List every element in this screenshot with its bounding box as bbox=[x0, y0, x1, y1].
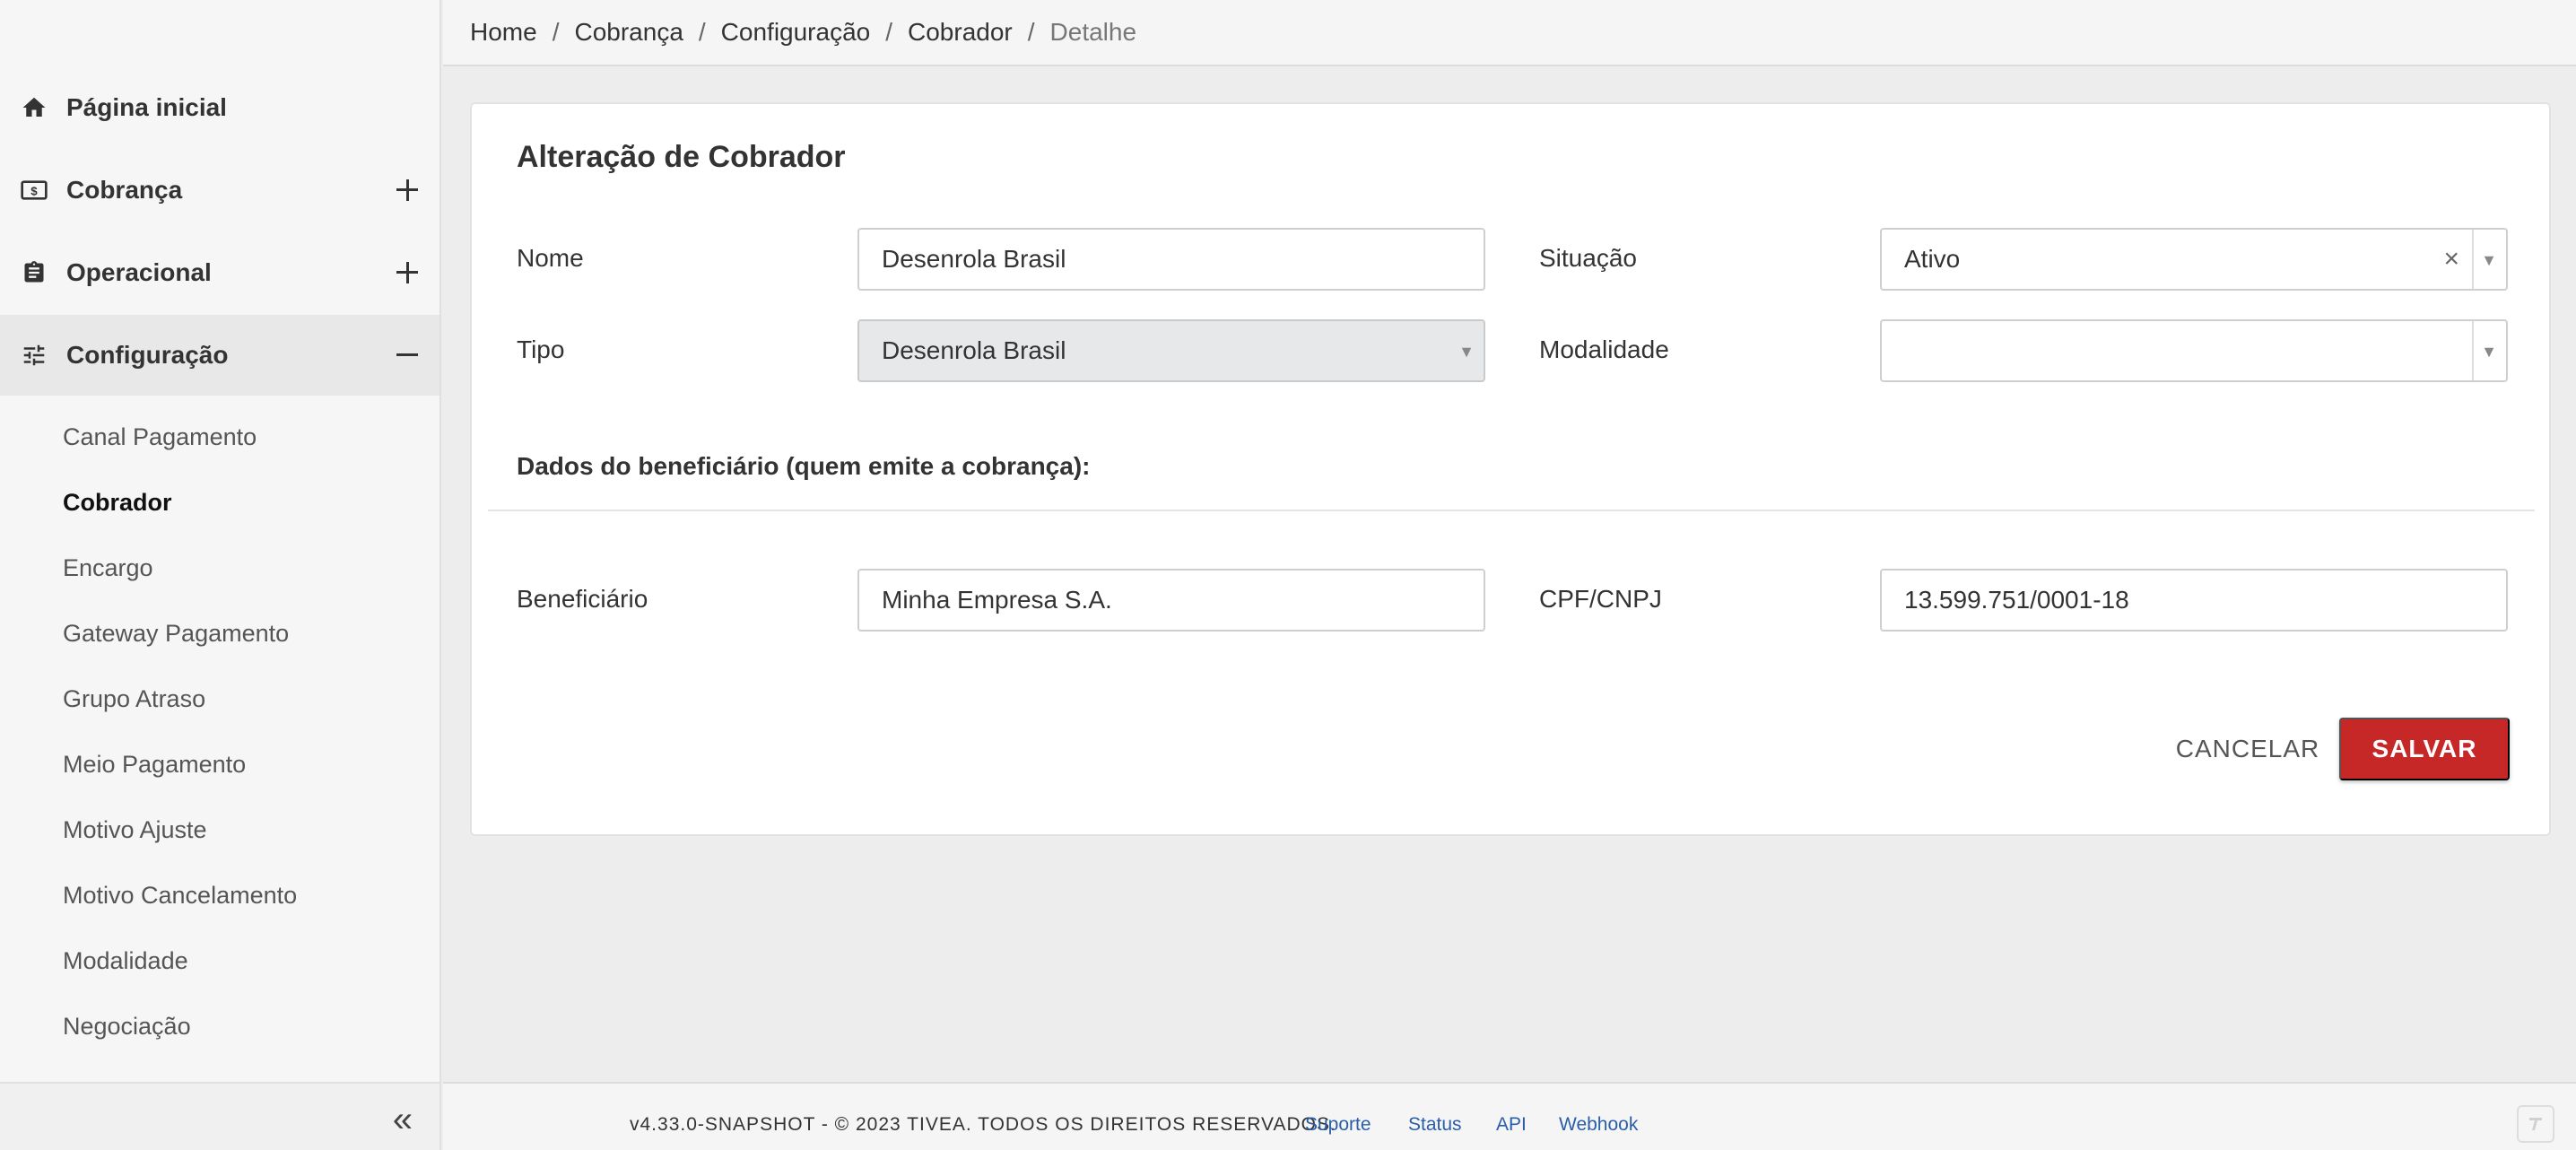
breadcrumb-home[interactable]: Home bbox=[470, 18, 537, 47]
breadcrumb-separator: / bbox=[552, 18, 560, 46]
breadcrumb-configuracao[interactable]: Configuração bbox=[721, 18, 871, 47]
save-button[interactable]: SALVAR bbox=[2339, 718, 2510, 780]
sidebar: Página inicial $ Cobrança Operacional Co… bbox=[0, 0, 441, 1150]
copyright-text: v4.33.0-SNAPSHOT - © 2023 TIVEA. TODOS O… bbox=[630, 1114, 1336, 1135]
nome-input[interactable]: Desenrola Brasil bbox=[857, 228, 1485, 291]
sidebar-subitem-grupo-atraso[interactable]: Grupo Atraso bbox=[63, 685, 205, 713]
beneficiario-input[interactable]: Minha Empresa S.A. bbox=[857, 569, 1485, 632]
select-divider bbox=[2472, 321, 2474, 380]
tipo-value: Desenrola Brasil bbox=[882, 336, 1066, 364]
topbar: Home / Cobrança / Configuração / Cobrado… bbox=[443, 0, 2576, 66]
sidebar-item-configuracao[interactable]: Configuração bbox=[0, 315, 439, 396]
sidebar-item-cobranca[interactable]: $ Cobrança bbox=[0, 150, 439, 231]
nome-value: Desenrola Brasil bbox=[882, 245, 1066, 273]
chevron-down-icon[interactable]: ▼ bbox=[2481, 343, 2497, 362]
breadcrumb-cobranca[interactable]: Cobrança bbox=[574, 18, 683, 47]
footer-link-webhook[interactable]: Webhook bbox=[1559, 1114, 1638, 1136]
home-icon bbox=[20, 93, 48, 122]
sliders-icon bbox=[20, 341, 48, 370]
expand-plus-icon[interactable] bbox=[395, 260, 420, 285]
breadcrumb-detalhe: Detalhe bbox=[1049, 18, 1137, 46]
cpf-cnpj-value: 13.599.751/0001-18 bbox=[1904, 586, 2129, 614]
svg-text:$: $ bbox=[30, 184, 38, 197]
sidebar-subitem-gateway-pagamento[interactable]: Gateway Pagamento bbox=[63, 620, 289, 648]
breadcrumb-separator: / bbox=[1027, 18, 1035, 46]
breadcrumb-separator: / bbox=[885, 18, 893, 46]
cancel-button[interactable]: CANCELAR bbox=[2149, 718, 2346, 780]
cpf-cnpj-input[interactable]: 13.599.751/0001-18 bbox=[1880, 569, 2508, 632]
sidebar-item-label: Operacional bbox=[66, 258, 212, 286]
nome-label: Nome bbox=[517, 244, 584, 272]
double-chevron-left-icon[interactable]: « bbox=[393, 1102, 413, 1137]
sidebar-item-label: Página inicial bbox=[66, 93, 227, 121]
situacao-value: Ativo bbox=[1904, 245, 1961, 273]
footer: v4.33.0-SNAPSHOT - © 2023 TIVEA. TODOS O… bbox=[443, 1082, 2576, 1150]
expand-plus-icon[interactable] bbox=[395, 178, 420, 203]
section-divider bbox=[488, 510, 2535, 511]
modalidade-select[interactable]: ▼ bbox=[1880, 319, 2508, 382]
clipboard-icon bbox=[20, 258, 48, 287]
beneficiario-value: Minha Empresa S.A. bbox=[882, 586, 1112, 614]
beneficiario-label: Beneficiário bbox=[517, 585, 648, 613]
footer-link-status[interactable]: Status bbox=[1408, 1114, 1462, 1136]
chevron-down-icon: ▼ bbox=[1458, 343, 1475, 361]
sidebar-item-label: Cobrança bbox=[66, 176, 183, 204]
money-icon: $ bbox=[20, 176, 48, 205]
sidebar-item-operacional[interactable]: Operacional bbox=[0, 232, 439, 313]
sidebar-subitem-meio-pagamento[interactable]: Meio Pagamento bbox=[63, 751, 246, 779]
brand-logo-icon bbox=[2517, 1105, 2554, 1143]
situacao-label: Situação bbox=[1539, 244, 1637, 272]
footer-link-suporte[interactable]: Suporte bbox=[1305, 1114, 1371, 1136]
page-title: Alteração de Cobrador bbox=[517, 140, 846, 174]
sidebar-subitem-encargo[interactable]: Encargo bbox=[63, 554, 153, 582]
chevron-down-icon[interactable]: ▼ bbox=[2481, 251, 2497, 270]
select-divider bbox=[2472, 230, 2474, 289]
sidebar-subitem-motivo-cancelamento[interactable]: Motivo Cancelamento bbox=[63, 882, 297, 910]
sidebar-subitem-canal-pagamento[interactable]: Canal Pagamento bbox=[63, 423, 257, 451]
clear-icon[interactable]: × bbox=[2443, 244, 2459, 274]
sidebar-subitem-cobrador[interactable]: Cobrador bbox=[63, 489, 172, 517]
cobrador-form-card: Alteração de Cobrador Nome Desenrola Bra… bbox=[470, 102, 2551, 836]
beneficiario-section-title: Dados do beneficiário (quem emite a cobr… bbox=[517, 452, 1091, 480]
sidebar-subitem-motivo-ajuste[interactable]: Motivo Ajuste bbox=[63, 816, 207, 844]
tipo-select: Desenrola Brasil ▼ bbox=[857, 319, 1485, 382]
situacao-select[interactable]: Ativo × ▼ bbox=[1880, 228, 2508, 291]
breadcrumb-cobrador[interactable]: Cobrador bbox=[908, 18, 1013, 47]
modalidade-label: Modalidade bbox=[1539, 335, 1669, 363]
sidebar-item-pagina-inicial[interactable]: Página inicial bbox=[0, 67, 439, 148]
tipo-label: Tipo bbox=[517, 335, 565, 363]
sidebar-subitem-negociacao[interactable]: Negociação bbox=[63, 1013, 191, 1041]
cpf-cnpj-label: CPF/CNPJ bbox=[1539, 585, 1662, 613]
footer-link-api[interactable]: API bbox=[1496, 1114, 1527, 1136]
collapse-minus-icon[interactable] bbox=[395, 343, 420, 368]
breadcrumb: Home / Cobrança / Configuração / Cobrado… bbox=[470, 18, 1136, 47]
sidebar-item-label: Configuração bbox=[66, 341, 229, 369]
sidebar-subitem-modalidade[interactable]: Modalidade bbox=[63, 947, 188, 975]
breadcrumb-separator: / bbox=[698, 18, 706, 46]
sidebar-footer: « bbox=[0, 1082, 439, 1150]
